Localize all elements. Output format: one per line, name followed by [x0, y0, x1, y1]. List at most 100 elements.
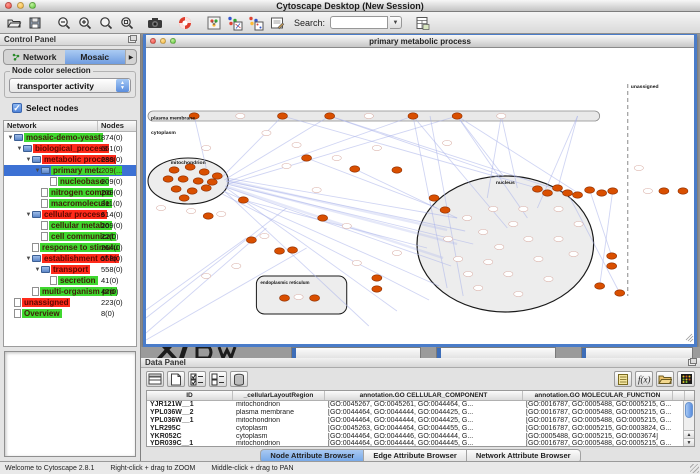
- network-node-label[interactable]: [454, 256, 463, 261]
- tree-row[interactable]: unassigned223(0): [4, 297, 136, 308]
- unselect-attributes-icon[interactable]: [209, 371, 227, 387]
- node-color-dropdown[interactable]: transporter activity ▲▼: [9, 78, 131, 93]
- network-node-label[interactable]: [534, 256, 543, 261]
- network-node-label[interactable]: [643, 188, 652, 193]
- network-node-label[interactable]: [569, 251, 578, 256]
- help-icon[interactable]: [175, 14, 194, 32]
- network-node[interactable]: [274, 248, 284, 254]
- tab-edge-attribute-browser[interactable]: Edge Attribute Browser: [364, 449, 466, 461]
- network-node-label[interactable]: [574, 221, 583, 226]
- network-node-label[interactable]: [312, 187, 321, 192]
- network-node-label[interactable]: [634, 165, 643, 170]
- expand-triangle-icon[interactable]: ▼: [34, 168, 41, 174]
- birds-eye-view[interactable]: [4, 351, 136, 457]
- tree-row[interactable]: cellular metabo209(0): [4, 220, 136, 231]
- network-node-label[interactable]: [332, 155, 341, 160]
- import-attributes-icon[interactable]: [656, 371, 674, 387]
- network-node-label[interactable]: [519, 206, 528, 211]
- table-row[interactable]: YKR052Ccytoplasm[GO:0044464, GO:0044446,…: [147, 432, 694, 440]
- network-edge[interactable]: [226, 116, 413, 182]
- table-row[interactable]: YDR039C__1mitochondrion[GO:0044464, GO:0…: [147, 440, 694, 447]
- network-node[interactable]: [179, 195, 189, 201]
- table-row[interactable]: YJR121W__1mitochondrion[GO:0045267, GO:0…: [147, 401, 694, 409]
- background-window-fragment[interactable]: [291, 347, 421, 358]
- expand-triangle-icon[interactable]: ▼: [25, 157, 32, 163]
- network-node[interactable]: [187, 188, 197, 194]
- tree-row[interactable]: ▼metabolic process280(0): [4, 154, 136, 165]
- tab-network[interactable]: Network: [4, 50, 65, 64]
- network-node-label[interactable]: [554, 206, 563, 211]
- network-node[interactable]: [238, 197, 248, 203]
- network-node[interactable]: [325, 113, 335, 119]
- network-node-label[interactable]: [509, 221, 518, 226]
- network-node-label[interactable]: [524, 236, 533, 241]
- network-node-label[interactable]: [236, 113, 245, 118]
- float-panel-icon[interactable]: [688, 359, 696, 366]
- open-file-icon[interactable]: [4, 14, 23, 32]
- network-node[interactable]: [207, 179, 217, 185]
- network-node[interactable]: [615, 290, 625, 296]
- layout-tables-icon[interactable]: [246, 14, 265, 32]
- network-node[interactable]: [573, 192, 583, 198]
- network-edge[interactable]: [146, 238, 246, 310]
- delete-attribute-icon[interactable]: [230, 371, 248, 387]
- tree-row[interactable]: cell communicat22(0): [4, 231, 136, 242]
- scrollbar-thumb[interactable]: [685, 402, 693, 418]
- network-node-label[interactable]: [262, 130, 271, 135]
- network-node-label[interactable]: [544, 276, 553, 281]
- network-node[interactable]: [199, 169, 209, 175]
- network-node[interactable]: [318, 215, 328, 221]
- column-layout-icon[interactable]: [146, 371, 164, 387]
- vizmapper-icon[interactable]: [204, 14, 223, 32]
- table-vertical-scrollbar[interactable]: ▲ ▼: [683, 401, 694, 446]
- network-node-label[interactable]: [156, 205, 165, 210]
- network-node-label[interactable]: [392, 250, 401, 255]
- network-edge[interactable]: [221, 116, 282, 178]
- tree-row[interactable]: multi-organism pro42(0): [4, 286, 136, 297]
- network-node[interactable]: [302, 155, 312, 161]
- tree-row[interactable]: nitrogen compo209(0): [4, 187, 136, 198]
- table-column-header[interactable]: _cellularLayoutRegion: [233, 391, 325, 400]
- tree-row[interactable]: macromolecule311(0): [4, 198, 136, 209]
- import-table-icon[interactable]: [412, 14, 431, 32]
- network-node[interactable]: [608, 188, 618, 194]
- resize-grip[interactable]: [690, 464, 699, 473]
- network-node[interactable]: [440, 207, 450, 213]
- tab-mosaic[interactable]: Mosaic: [65, 50, 126, 64]
- network-node[interactable]: [597, 190, 607, 196]
- zoom-fit-icon[interactable]: [117, 14, 136, 32]
- table-column-header[interactable]: ID: [147, 391, 233, 400]
- tree-row[interactable]: ▼establishment of lo558(0): [4, 253, 136, 264]
- network-node[interactable]: [178, 176, 188, 182]
- network-node[interactable]: [279, 295, 289, 301]
- network-node-label[interactable]: [364, 113, 373, 118]
- zoom-out-icon[interactable]: [54, 14, 73, 32]
- network-node-label[interactable]: [514, 291, 523, 296]
- network-node[interactable]: [193, 178, 203, 184]
- network-node[interactable]: [246, 237, 256, 243]
- network-node[interactable]: [552, 185, 562, 191]
- save-session-icon[interactable]: [25, 14, 44, 32]
- network-node-label[interactable]: [260, 233, 269, 238]
- canvas-resize-grip[interactable]: [686, 334, 693, 342]
- network-node[interactable]: [169, 167, 179, 173]
- attribute-batch-icon[interactable]: [614, 371, 632, 387]
- network-node[interactable]: [392, 167, 402, 173]
- tree-row[interactable]: ▼biological_process651(0): [4, 143, 136, 154]
- network-node[interactable]: [429, 195, 439, 201]
- expand-triangle-icon[interactable]: ▼: [25, 212, 32, 218]
- table-row[interactable]: YPL036W__1mitochondrion[GO:0044464, GO:0…: [147, 417, 694, 425]
- network-window-titlebar[interactable]: primary metabolic process: [146, 35, 694, 48]
- tab-node-attribute-browser[interactable]: Node Attribute Browser: [260, 449, 364, 461]
- network-node[interactable]: [607, 263, 617, 269]
- network-edge[interactable]: [146, 228, 266, 333]
- function-builder-icon[interactable]: f(x): [635, 371, 653, 387]
- expand-triangle-icon[interactable]: ▼: [34, 267, 41, 273]
- float-panel-icon[interactable]: [128, 36, 136, 43]
- tree-row[interactable]: secretion41(0): [4, 275, 136, 286]
- expand-triangle-icon[interactable]: ▼: [7, 135, 14, 141]
- table-column-header[interactable]: annotation.GO MOLECULAR_FUNCTION: [523, 391, 673, 400]
- network-node-label[interactable]: [497, 113, 506, 118]
- plasma-membrane-region[interactable]: [148, 111, 600, 121]
- search-input[interactable]: [330, 16, 388, 29]
